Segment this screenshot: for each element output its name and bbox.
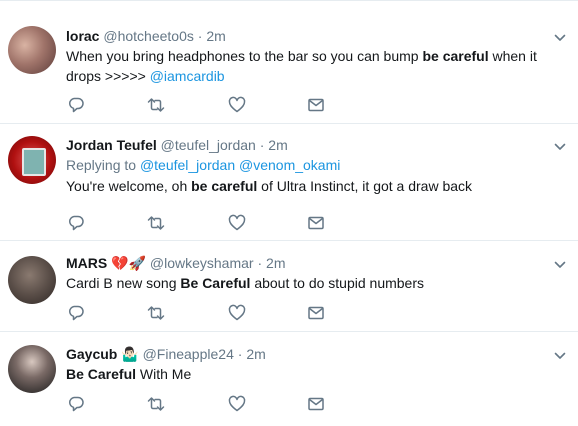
tweet-content: Jordan Teufel @teufel_jordan · 2m Replyi… [66, 136, 544, 196]
tweet-text: When you bring headphones to the bar so … [66, 46, 544, 86]
tweet-content: Gaycub 🤷🏻‍♂️ @Fineapple24 · 2m Be Carefu… [66, 345, 544, 384]
tweet-content: lorac @hotcheeto0s · 2m When you bring h… [66, 27, 544, 86]
search-highlight: be careful [191, 178, 258, 194]
chevron-down-icon[interactable] [554, 140, 566, 152]
tweet-timestamp[interactable]: 2m [206, 28, 225, 44]
heart-icon[interactable] [227, 95, 247, 115]
tweet-text-part: Cardi B new song [66, 275, 181, 291]
retweet-icon[interactable] [146, 303, 166, 323]
user-handle[interactable]: @lowkeyshamar [150, 255, 254, 271]
mention-link[interactable]: @iamcardib [150, 68, 225, 84]
envelope-icon[interactable] [306, 213, 326, 233]
retweet-icon[interactable] [146, 213, 166, 233]
tweet-header: Jordan Teufel @teufel_jordan · 2m [66, 136, 544, 154]
avatar[interactable] [8, 256, 56, 304]
name-emoji: 🤷🏻‍♂️ [121, 346, 139, 362]
chevron-down-icon[interactable] [554, 258, 566, 270]
heart-icon[interactable] [227, 394, 247, 414]
tweet-timestamp[interactable]: 2m [268, 137, 287, 153]
separator-dot: · [259, 137, 265, 153]
chevron-down-icon[interactable] [554, 31, 566, 43]
retweet-icon[interactable] [146, 95, 166, 115]
chevron-down-icon[interactable] [554, 349, 566, 361]
tweet-text-part: of Ultra Instinct, it got a draw back [257, 178, 473, 194]
tweet-header: lorac @hotcheeto0s · 2m [66, 27, 544, 45]
avatar[interactable] [8, 345, 56, 393]
reply-icon[interactable] [66, 213, 86, 233]
tweet-header: MARS 💔🚀 @lowkeyshamar · 2m [66, 254, 544, 272]
heart-icon[interactable] [227, 303, 247, 323]
tweet-header: Gaycub 🤷🏻‍♂️ @Fineapple24 · 2m [66, 345, 544, 363]
tweet-text-part: When you bring headphones to the bar so … [66, 48, 423, 64]
tweet[interactable]: Gaycub 🤷🏻‍♂️ @Fineapple24 · 2m Be Carefu… [0, 332, 578, 426]
tweet-text-part: You're welcome, oh [66, 178, 192, 194]
tweet[interactable]: Jordan Teufel @teufel_jordan · 2m Replyi… [0, 124, 578, 241]
user-handle[interactable]: @hotcheeto0s [103, 28, 194, 44]
display-name[interactable]: MARS [66, 255, 107, 271]
tweet-timestamp[interactable]: 2m [246, 346, 265, 362]
mention-link[interactable]: @teufel_jordan [140, 157, 235, 173]
reply-icon[interactable] [66, 394, 86, 414]
heart-icon[interactable] [227, 213, 247, 233]
avatar[interactable] [8, 26, 56, 74]
separator-dot: · [257, 255, 263, 271]
mention-link[interactable]: @venom_okami [239, 157, 340, 173]
tweet-text-part: about to do stupid numbers [250, 275, 424, 291]
separator-dot: · [237, 346, 243, 362]
retweet-icon[interactable] [146, 394, 166, 414]
reply-icon[interactable] [66, 95, 86, 115]
tweet-content: MARS 💔🚀 @lowkeyshamar · 2m Cardi B new s… [66, 254, 544, 293]
display-name[interactable]: Gaycub [66, 346, 117, 362]
timeline: lorac @hotcheeto0s · 2m When you bring h… [0, 0, 578, 426]
reply-icon[interactable] [66, 303, 86, 323]
tweet-text: You're welcome, oh be careful of Ultra I… [66, 176, 544, 196]
tweet-text: Be Careful With Me [66, 364, 544, 384]
envelope-icon[interactable] [306, 303, 326, 323]
name-emoji: 💔🚀 [111, 255, 146, 271]
display-name[interactable]: Jordan Teufel [66, 137, 157, 153]
envelope-icon[interactable] [306, 394, 326, 414]
user-handle[interactable]: @teufel_jordan [161, 137, 256, 153]
search-highlight: Be Careful [66, 366, 137, 382]
avatar-image [22, 148, 46, 176]
tweet-text: Cardi B new song Be Careful about to do … [66, 273, 544, 293]
avatar[interactable] [8, 136, 56, 184]
tweet-timestamp[interactable]: 2m [266, 255, 285, 271]
tweet[interactable]: MARS 💔🚀 @lowkeyshamar · 2m Cardi B new s… [0, 241, 578, 332]
user-handle[interactable]: @Fineapple24 [143, 346, 234, 362]
search-highlight: Be Careful [180, 275, 251, 291]
search-highlight: be careful [422, 48, 489, 64]
tweet-text-part: With Me [136, 366, 192, 382]
tweet[interactable]: lorac @hotcheeto0s · 2m When you bring h… [0, 13, 578, 124]
envelope-icon[interactable] [306, 95, 326, 115]
replying-to: Replying to @teufel_jordan @venom_okami [66, 155, 544, 175]
separator-dot: · [197, 28, 203, 44]
display-name[interactable]: lorac [66, 28, 99, 44]
replying-to-label: Replying to [66, 157, 140, 173]
